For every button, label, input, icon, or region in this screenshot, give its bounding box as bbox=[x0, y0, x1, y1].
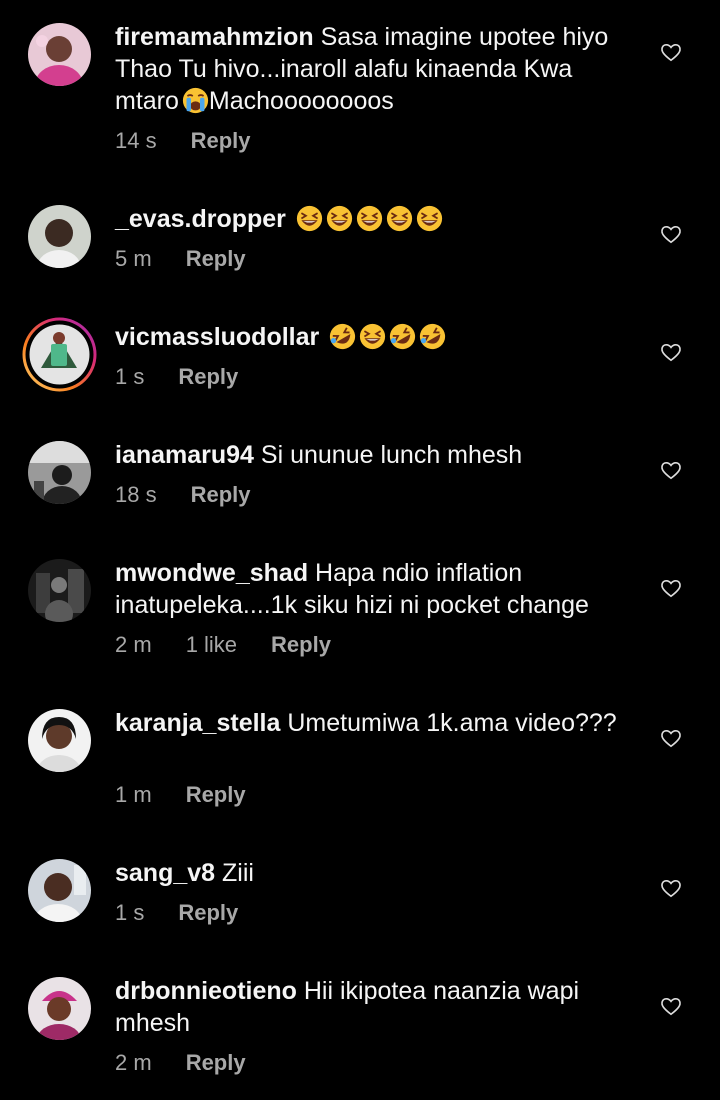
grinning-squinting-face-icon bbox=[386, 205, 412, 232]
grinning-squinting-face-icon bbox=[326, 205, 352, 232]
comment-body bbox=[326, 323, 446, 351]
comment-username[interactable]: _evas.dropper bbox=[115, 205, 286, 233]
comment-username[interactable]: drbonnieotieno bbox=[115, 977, 297, 1005]
comment-meta: 18 s Reply bbox=[115, 482, 251, 508]
reply-button[interactable]: Reply bbox=[186, 782, 246, 808]
heart-outline-icon[interactable] bbox=[660, 727, 682, 749]
comment-meta: 1 s Reply bbox=[115, 900, 238, 926]
avatar[interactable] bbox=[28, 23, 91, 86]
rolling-on-floor-laughing-icon bbox=[420, 323, 446, 350]
heart-outline-icon[interactable] bbox=[660, 223, 682, 245]
avatar[interactable] bbox=[28, 977, 91, 1040]
avatar[interactable] bbox=[28, 205, 91, 268]
grinning-squinting-face-icon bbox=[416, 205, 442, 232]
rolling-on-floor-laughing-icon bbox=[390, 323, 416, 350]
avatar[interactable] bbox=[28, 859, 91, 922]
heart-outline-icon[interactable] bbox=[660, 577, 682, 599]
comment-username[interactable]: sang_v8 bbox=[115, 859, 215, 887]
comment-text: vicmassluodollar bbox=[115, 321, 635, 353]
story-ring bbox=[22, 317, 97, 392]
comment-meta: 2 m Reply bbox=[115, 1050, 246, 1076]
comment-meta: 1 s Reply bbox=[115, 364, 238, 390]
loudly-crying-face-icon bbox=[182, 87, 209, 114]
reply-button[interactable]: Reply bbox=[271, 632, 331, 658]
comment-text: karanja_stella Umetumiwa 1k.ama video??? bbox=[115, 707, 635, 739]
grinning-squinting-face-icon bbox=[360, 323, 386, 350]
grinning-squinting-face-icon bbox=[356, 205, 382, 232]
avatar[interactable] bbox=[28, 441, 91, 504]
comment-meta: 5 m Reply bbox=[115, 246, 246, 272]
like-count[interactable]: 1 like bbox=[186, 632, 237, 658]
avatar[interactable] bbox=[28, 559, 91, 622]
comment-text: _evas.dropper bbox=[115, 203, 635, 235]
heart-outline-icon[interactable] bbox=[660, 459, 682, 481]
comment-meta: 14 s Reply bbox=[115, 128, 251, 154]
grinning-squinting-face-icon bbox=[296, 205, 322, 232]
heart-outline-icon[interactable] bbox=[660, 995, 682, 1017]
reply-button[interactable]: Reply bbox=[186, 246, 246, 272]
comment-timestamp: 1 s bbox=[115, 364, 145, 389]
comment-text: drbonnieotieno Hii ikipotea naanzia wapi… bbox=[115, 975, 635, 1039]
reply-button[interactable]: Reply bbox=[178, 900, 238, 926]
comment-username[interactable]: vicmassluodollar bbox=[115, 323, 319, 351]
comment-text: ianamaru94 Si ununue lunch mhesh bbox=[115, 439, 635, 471]
comment-body bbox=[293, 205, 443, 233]
comment-timestamp: 2 m bbox=[115, 1050, 152, 1075]
comment-timestamp: 1 m bbox=[115, 782, 152, 807]
comment-text: sang_v8 Ziii bbox=[115, 857, 635, 889]
comment-body: Umetumiwa 1k.ama video??? bbox=[287, 709, 617, 737]
comment-timestamp: 2 m bbox=[115, 632, 152, 657]
reply-button[interactable]: Reply bbox=[178, 364, 238, 390]
comment-username[interactable]: mwondwe_shad bbox=[115, 559, 308, 587]
comment-text: firemamahmzion Sasa imagine upotee hiyo … bbox=[115, 21, 635, 117]
avatar[interactable] bbox=[21, 316, 98, 393]
comment-body: Si ununue lunch mhesh bbox=[260, 441, 523, 469]
comment-username[interactable]: firemamahmzion bbox=[115, 23, 314, 51]
reply-button[interactable]: Reply bbox=[191, 482, 251, 508]
heart-outline-icon[interactable] bbox=[660, 877, 682, 899]
comment-username[interactable]: ianamaru94 bbox=[115, 441, 254, 469]
avatar[interactable] bbox=[28, 709, 91, 772]
comment-meta: 2 m 1 like Reply bbox=[115, 632, 331, 658]
comment-username[interactable]: karanja_stella bbox=[115, 709, 280, 737]
heart-outline-icon[interactable] bbox=[660, 41, 682, 63]
reply-button[interactable]: Reply bbox=[186, 1050, 246, 1076]
comment-timestamp: 1 s bbox=[115, 900, 145, 925]
comment-body: Ziii bbox=[222, 859, 254, 887]
heart-outline-icon[interactable] bbox=[660, 341, 682, 363]
comment-timestamp: 18 s bbox=[115, 482, 157, 507]
comment-timestamp: 5 m bbox=[115, 246, 152, 271]
comment-text: mwondwe_shad Hapa ndio inflation inatupe… bbox=[115, 557, 635, 621]
comment-meta: 1 m Reply bbox=[115, 782, 246, 808]
reply-button[interactable]: Reply bbox=[191, 128, 251, 154]
comment-timestamp: 14 s bbox=[115, 128, 157, 153]
rolling-on-floor-laughing-icon bbox=[330, 323, 356, 350]
